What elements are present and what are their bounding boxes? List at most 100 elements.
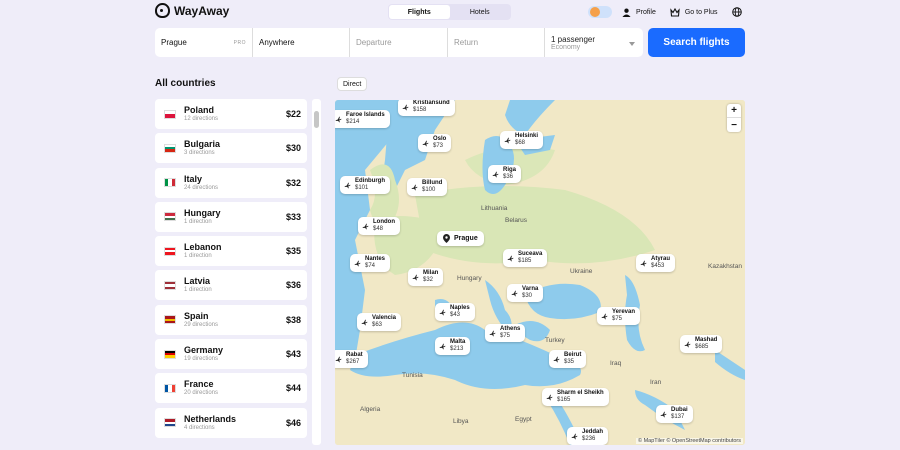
destination-pin[interactable]: Helsinki $68	[500, 131, 544, 149]
profile-label: Profile	[636, 8, 656, 16]
destination-pin[interactable]: Yerevan $75	[597, 307, 641, 325]
destination-pin[interactable]: Varna $30	[507, 284, 544, 302]
destination-city: Athens	[500, 326, 521, 332]
destination-pin[interactable]: London $48	[358, 217, 400, 235]
mode-switch: Flights Hotels	[388, 4, 511, 20]
destination-city: Jeddah	[582, 429, 604, 435]
destination-pin[interactable]: Beirut $35	[549, 350, 587, 368]
plane-icon	[507, 255, 514, 262]
zoom-in-button[interactable]: +	[727, 104, 741, 118]
passengers-value: 1 passenger	[551, 34, 596, 44]
destination-pin[interactable]: Dubai $137	[656, 405, 693, 423]
brand-logo[interactable]: WayAway	[155, 3, 229, 18]
region-label: Ukraine	[570, 268, 593, 275]
origin-field[interactable]: Prague PRO	[155, 28, 253, 57]
country-name: France	[184, 379, 214, 390]
country-price: $35	[285, 246, 301, 257]
zoom-out-button[interactable]: −	[727, 118, 741, 132]
destination-pin[interactable]: Athens $75	[485, 324, 526, 342]
search-flights-button[interactable]: Search flights	[648, 28, 745, 57]
plane-icon	[504, 137, 511, 144]
flag-icon	[164, 143, 176, 153]
plane-icon	[640, 260, 647, 267]
destination-price: $75	[612, 316, 623, 322]
passengers-dropdown[interactable]: 1 passenger Economy	[545, 28, 643, 57]
country-row[interactable]: Germany 19 directions $43	[155, 339, 307, 370]
country-price: $36	[285, 280, 301, 291]
country-name: Poland	[184, 105, 215, 115]
flag-icon	[164, 315, 176, 325]
origin-badge: PRO	[233, 39, 246, 46]
profile-button[interactable]: Profile	[622, 8, 656, 17]
flag-icon	[164, 280, 176, 290]
destination-pin[interactable]: Kristiansund $158	[398, 100, 455, 116]
scrollbar-thumb[interactable]	[314, 111, 319, 128]
country-row[interactable]: France 20 directions $44	[155, 373, 307, 404]
region-label: Egypt	[515, 416, 532, 423]
country-price: $44	[285, 383, 301, 394]
destination-pin[interactable]: Jeddah $236	[567, 427, 609, 445]
destination-price: $63	[372, 322, 383, 328]
destination-price: $137	[671, 414, 685, 420]
destination-pin[interactable]: Faroe Islands $214	[335, 110, 390, 128]
destination-pin[interactable]: Mashad $685	[680, 335, 723, 353]
destination-city: Milan	[423, 270, 439, 276]
country-row[interactable]: Netherlands 4 directions $46	[155, 407, 307, 438]
theme-toggle[interactable]	[588, 6, 612, 18]
destination-city: London	[373, 219, 395, 225]
scrollbar[interactable]	[312, 99, 321, 445]
destination-price: $68	[515, 140, 526, 146]
destination-pin[interactable]: Edinburgh $101	[340, 176, 390, 194]
country-price: $38	[285, 314, 301, 325]
country-row[interactable]: Bulgaria 3 directions $30	[155, 133, 307, 164]
country-row[interactable]: Lebanon 1 direction $35	[155, 236, 307, 267]
destination-pin[interactable]: Milan $32	[408, 268, 444, 286]
destination-pin[interactable]: Naples $43	[435, 303, 475, 321]
destination-pin[interactable]: Sharm el Sheikh $165	[542, 388, 609, 406]
plus-label: Go to Plus	[684, 8, 718, 16]
map-background	[335, 100, 745, 445]
destination-pin[interactable]: Riga $36	[488, 165, 522, 183]
country-name: Lebanon	[184, 242, 222, 253]
country-directions: 1 direction	[184, 253, 212, 260]
go-to-plus-button[interactable]: Go to Plus	[670, 7, 718, 17]
country-row[interactable]: Italy 24 directions $32	[155, 167, 307, 198]
destination-field[interactable]: Anywhere	[253, 28, 350, 57]
destination-pin[interactable]: Billund $100	[407, 178, 448, 196]
region-label: Belarus	[505, 217, 528, 224]
region-label: Iran	[650, 379, 662, 386]
map-attribution: © MapTiler © OpenStreetMap contributors	[636, 438, 743, 444]
country-name: Latvia	[184, 276, 211, 287]
destination-pin[interactable]: Suceava $185	[503, 249, 548, 267]
country-row[interactable]: Poland 12 directions $22	[155, 99, 307, 129]
country-row[interactable]: Hungary 1 direction $33	[155, 201, 307, 232]
destination-city: Dubai	[671, 407, 688, 413]
country-row[interactable]: Latvia 1 direction $36	[155, 270, 307, 301]
destination-city: Atyrau	[651, 256, 671, 262]
region-label: Libya	[453, 418, 469, 425]
language-button[interactable]	[731, 7, 742, 17]
map[interactable]: + − © MapTiler © OpenStreetMap contribut…	[335, 100, 745, 445]
tab-hotels[interactable]: Hotels	[450, 5, 511, 19]
destination-pin[interactable]: Valencia $63	[357, 313, 402, 331]
zoom-controls: + −	[727, 104, 741, 132]
return-field[interactable]: Return	[448, 28, 545, 57]
destination-price: $165	[557, 397, 571, 403]
destination-pin[interactable]: Malta $213	[435, 337, 471, 355]
departure-field[interactable]: Departure	[350, 28, 448, 57]
destination-pin[interactable]: Oslo $73	[418, 134, 452, 152]
origin-pin[interactable]: Prague	[437, 231, 484, 246]
destination-price: $100	[422, 187, 436, 193]
globe-icon	[731, 7, 742, 17]
tab-flights[interactable]: Flights	[389, 5, 450, 19]
destination-pin[interactable]: Rabat $267	[335, 350, 368, 368]
direct-filter-chip[interactable]: Direct	[337, 77, 368, 91]
destination-price: $185	[518, 258, 532, 264]
destination-pin[interactable]: Nantes $74	[350, 254, 391, 272]
country-row[interactable]: Spain 29 directions $38	[155, 304, 307, 335]
destination-pin[interactable]: Atyrau $453	[636, 254, 676, 272]
destination-city: Rabat	[346, 352, 363, 358]
list-title: All countries	[155, 78, 216, 89]
destination-price: $73	[433, 143, 444, 149]
plane-icon	[402, 104, 409, 111]
